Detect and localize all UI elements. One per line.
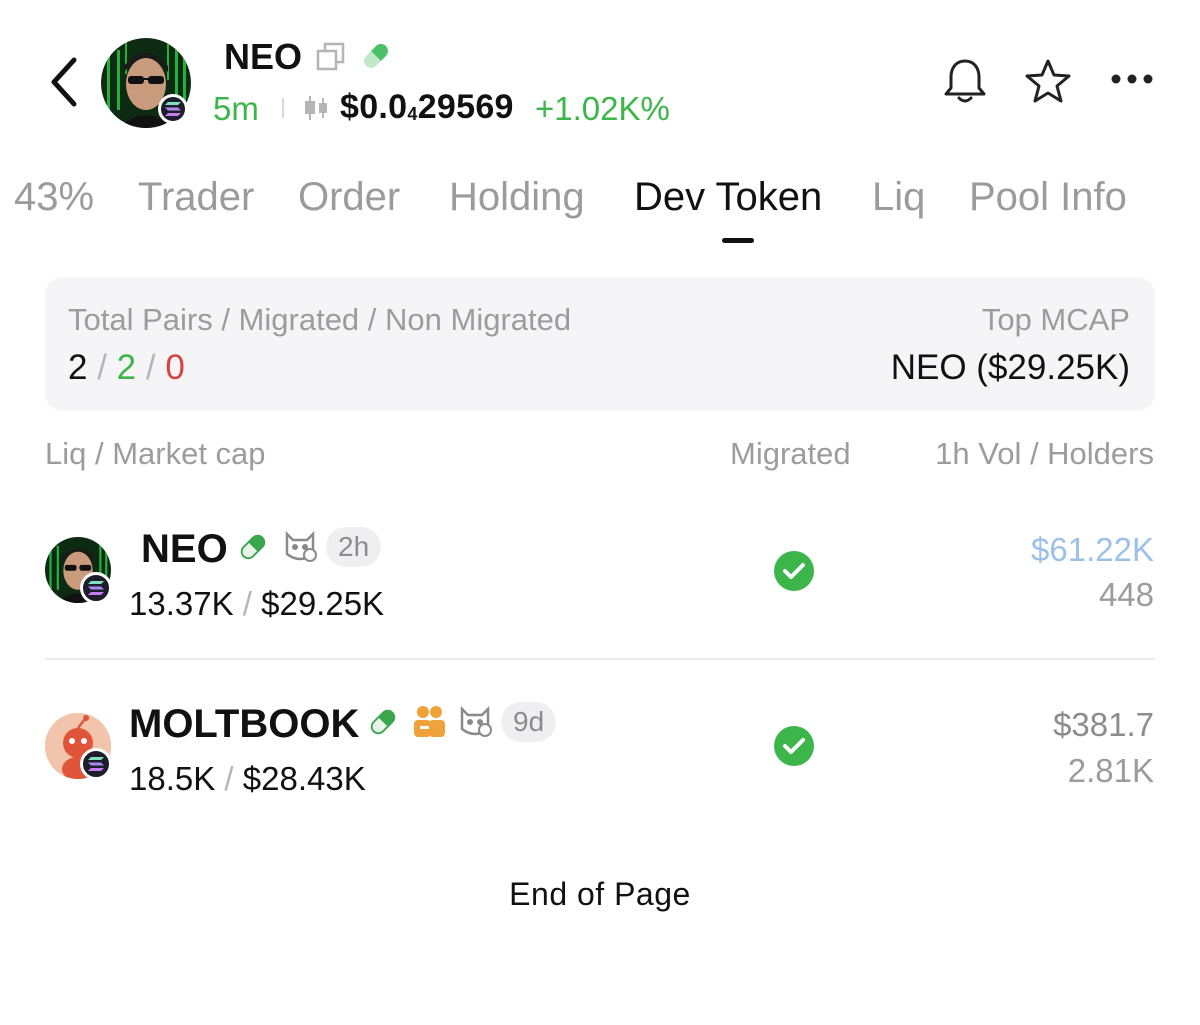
end-of-page: End of Page <box>509 876 691 912</box>
column-vol-holders: 1h Vol / Holders <box>935 436 1154 471</box>
more-button[interactable] <box>1110 72 1154 91</box>
copy-icon <box>316 42 345 71</box>
alert-button[interactable] <box>940 56 990 111</box>
total-pairs: 2 <box>68 348 88 387</box>
market-cap-value: $28.43K <box>242 760 366 797</box>
price-change: +1.02K% <box>535 90 670 127</box>
migrated-check-icon <box>774 726 814 766</box>
column-liq-mcap: Liq / Market cap <box>45 436 266 471</box>
holders-count: 448 <box>1098 576 1154 613</box>
top-mcap-label: Top MCAP <box>981 302 1130 337</box>
dev-owl-icon <box>456 703 494 744</box>
summary-label: Total Pairs / Migrated / Non Migrated <box>68 302 572 337</box>
token-name: NEO <box>224 36 303 77</box>
tab-order[interactable]: Order <box>298 175 400 220</box>
tab-holding[interactable]: Holding <box>449 175 585 220</box>
volume-1h: $381.7 <box>1053 706 1154 743</box>
column-migrated: Migrated <box>730 436 851 471</box>
holders-group-icon <box>411 703 447 744</box>
solana-badge-icon <box>158 94 188 124</box>
pill-icon <box>366 705 400 744</box>
liquidity-value: 13.37K <box>129 585 234 622</box>
liquidity-value: 18.5K <box>129 760 216 797</box>
volume-1h: $61.22K <box>1031 531 1154 568</box>
tab-top10[interactable]: 43% <box>14 175 94 220</box>
migrated-check-icon <box>774 551 814 591</box>
divider <box>282 98 284 118</box>
candlestick-icon[interactable] <box>302 94 330 127</box>
active-tab-indicator <box>722 238 754 243</box>
tab-dev-token[interactable]: Dev Token <box>634 175 822 220</box>
summary-counts: 2 / 2 / 0 <box>68 348 185 387</box>
row-token-name: NEO <box>141 527 228 571</box>
market-cap-value: $29.25K <box>261 585 385 622</box>
token-age: 5m <box>213 90 259 127</box>
favorite-button[interactable] <box>1024 58 1072 109</box>
tab-trader[interactable]: Trader <box>138 175 254 220</box>
age-badge: 9d <box>501 702 557 742</box>
more-icon <box>1111 74 1153 84</box>
bell-icon <box>944 59 986 103</box>
row-divider <box>45 658 1155 660</box>
age-badge: 2h <box>326 527 382 567</box>
pill-icon <box>358 38 394 79</box>
row-token-name: MOLTBOOK <box>129 702 360 746</box>
holders-count: 2.81K <box>1067 752 1154 789</box>
liq-mcap: 13.37K / $29.25K <box>129 585 385 622</box>
copy-button[interactable] <box>316 42 346 77</box>
solana-badge-icon <box>80 572 112 604</box>
solana-badge-icon <box>80 748 112 780</box>
migrated-count: 2 <box>116 348 137 387</box>
back-icon <box>51 57 77 107</box>
back-button[interactable] <box>44 52 88 112</box>
tab-pool-info[interactable]: Pool Info <box>969 175 1127 220</box>
pill-icon <box>236 530 270 569</box>
top-mcap-value: NEO ($29.25K) <box>890 348 1130 387</box>
non-migrated-count: 0 <box>165 348 185 387</box>
star-icon <box>1025 59 1071 103</box>
dev-owl-icon <box>281 528 319 569</box>
liq-mcap: 18.5K / $28.43K <box>129 760 366 797</box>
tab-liq[interactable]: Liq <box>872 175 925 220</box>
token-price: $0.0429569 <box>340 88 514 126</box>
summary-card <box>45 277 1155 411</box>
